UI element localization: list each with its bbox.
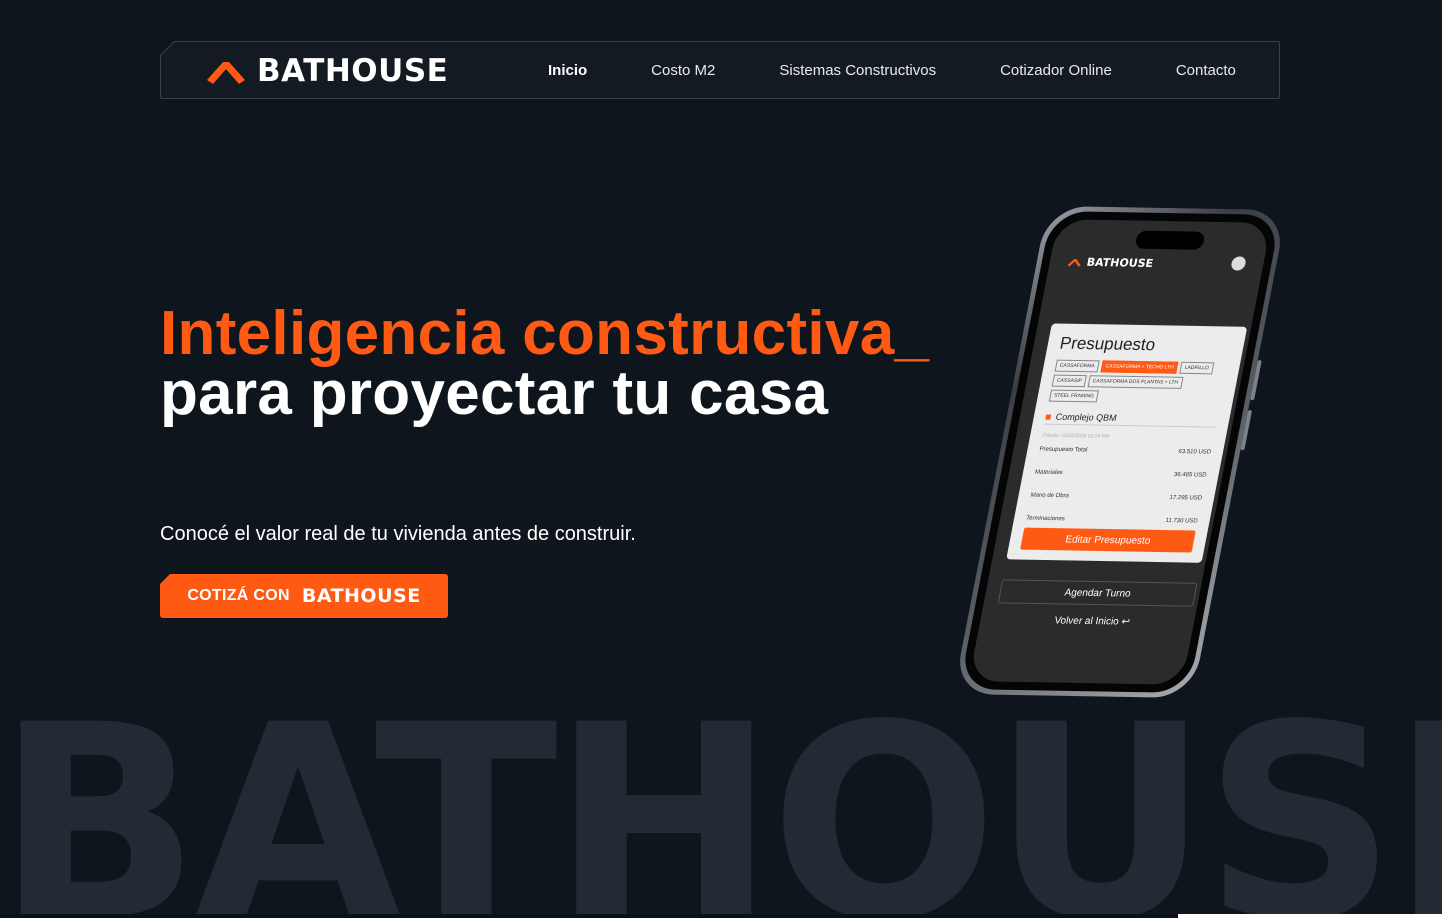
dynamic-island: [1134, 230, 1206, 250]
hero-subtitle: Conocé el valor real de tu vivienda ante…: [160, 523, 636, 545]
budget-card: Presupuesto CASSAFORMA CASSAFORMA + TECH…: [1006, 323, 1248, 563]
bottom-strip-light: [1178, 914, 1442, 918]
navbar: BATHOUSE Inicio Costo M2 Sistemas Constr…: [160, 41, 1280, 99]
row-value: 11.730 USD: [1164, 518, 1199, 525]
cta-prefix: COTIZÁ CON: [187, 587, 290, 604]
roof-logo-icon: [207, 62, 245, 84]
phone-app-logo: BATHOUSE: [1067, 255, 1155, 270]
roof-logo-icon: [1067, 258, 1081, 267]
user-icon: [1230, 256, 1247, 271]
book-appointment-button[interactable]: Agendar Turno: [997, 579, 1198, 607]
budget-row: Materiales 36.485 USD: [1034, 470, 1207, 479]
system-chip[interactable]: LADRILLO: [1179, 361, 1214, 375]
project-marker-icon: [1045, 414, 1052, 420]
cta-quote-button[interactable]: COTIZÁ CON BATHOUSE: [160, 574, 448, 618]
budget-row: Terminaciones 11.730 USD: [1026, 516, 1199, 525]
row-label: Materiales: [1034, 469, 1064, 477]
row-value: 63.510 USD: [1177, 449, 1212, 456]
phone-mockup: BATHOUSE Presupuesto CASSAFORMA CASSAFOR…: [953, 205, 1287, 699]
row-label: Terminaciones: [1025, 515, 1066, 523]
cta-brand: BATHOUSE: [301, 585, 421, 607]
system-chip[interactable]: STEEL FRAMING: [1048, 389, 1100, 403]
background-watermark: BATHOUSE: [0, 690, 1442, 918]
nav-link-sistemas-constructivos[interactable]: Sistemas Constructivos: [779, 62, 936, 79]
project-name: Complejo QBM: [1045, 412, 1218, 425]
row-label: Mano de Obra: [1029, 492, 1070, 500]
budget-row: Mano de Obra 17.295 USD: [1030, 493, 1203, 502]
phone-app-name: BATHOUSE: [1085, 255, 1155, 270]
nav-links: Inicio Costo M2 Sistemas Constructivos C…: [548, 42, 1236, 98]
nav-link-costo-m2[interactable]: Costo M2: [651, 62, 715, 79]
row-value: 36.485 USD: [1173, 472, 1208, 479]
hero-title-main: para proyectar tu casa: [160, 359, 829, 428]
nav-link-cotizador-online[interactable]: Cotizador Online: [1000, 62, 1112, 79]
system-chip-selected[interactable]: CASSAFORMA + TECHO LTH: [1100, 360, 1179, 374]
phone-frame: BATHOUSE Presupuesto CASSAFORMA CASSAFOR…: [953, 205, 1287, 699]
phone-bezel: BATHOUSE Presupuesto CASSAFORMA CASSAFOR…: [959, 211, 1281, 693]
budget-card-title: Presupuesto: [1058, 333, 1158, 355]
system-chips: CASSAFORMA CASSAFORMA + TECHO LTH LADRIL…: [1048, 359, 1229, 405]
bottom-strip: [0, 914, 1178, 918]
system-chip[interactable]: CASSASIP: [1051, 374, 1087, 388]
edit-budget-button[interactable]: Editar Presupuesto: [1020, 527, 1196, 553]
back-home-link[interactable]: Volver al Inicio ↩: [993, 614, 1190, 628]
nav-link-contacto[interactable]: Contacto: [1176, 62, 1236, 79]
system-chip[interactable]: CASSAFORMA: [1054, 359, 1100, 373]
phone-screen: BATHOUSE Presupuesto CASSAFORMA CASSAFOR…: [968, 219, 1272, 685]
budget-row: Presupuesto Total 63.510 USD: [1039, 447, 1212, 456]
project-label: Complejo QBM: [1054, 411, 1118, 423]
nav-link-inicio[interactable]: Inicio: [548, 62, 587, 79]
created-date: Creado: 15/03/2026 03:24 PM: [1041, 423, 1216, 442]
row-value: 17.295 USD: [1168, 495, 1203, 502]
row-label: Presupuesto Total: [1038, 446, 1088, 454]
brand-logo[interactable]: BATHOUSE: [207, 53, 449, 89]
system-chip[interactable]: CASSAFORMA DOS PLANTAS + LTH: [1087, 375, 1184, 389]
brand-name: BATHOUSE: [257, 53, 449, 89]
